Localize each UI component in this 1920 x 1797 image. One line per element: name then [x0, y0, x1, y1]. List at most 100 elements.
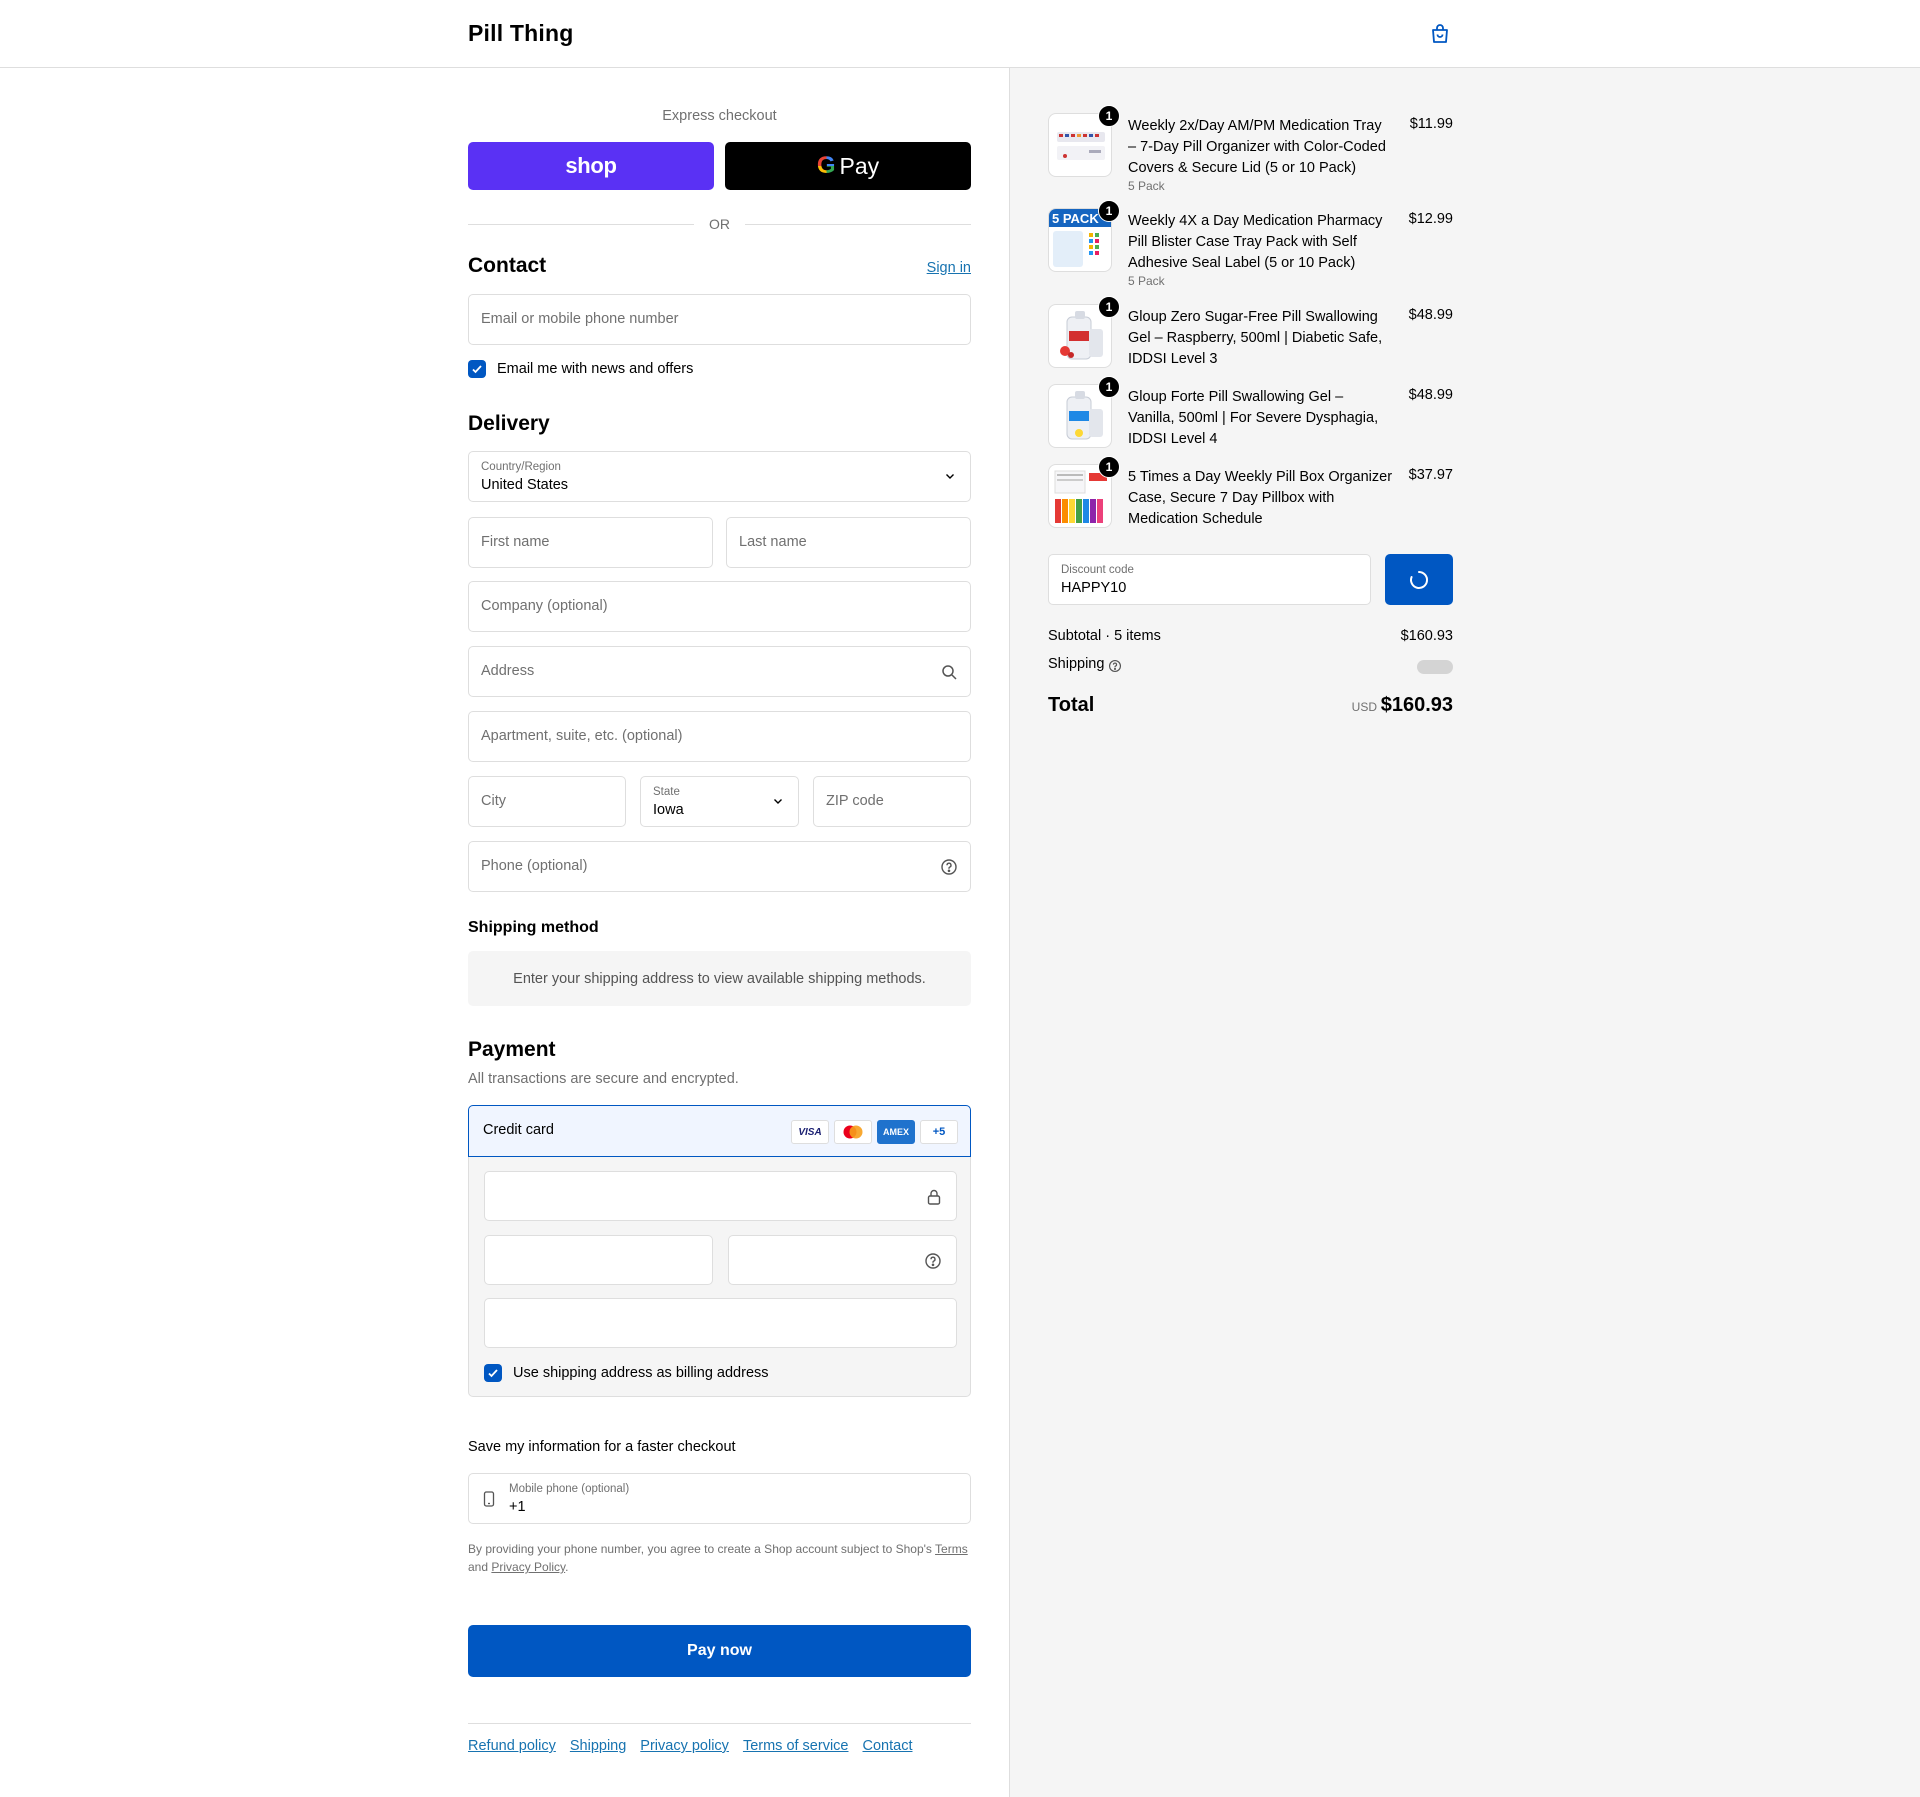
- terms-link[interactable]: Terms: [935, 1542, 968, 1556]
- name-on-card-field[interactable]: [484, 1298, 957, 1348]
- shipping-row: Shipping: [1048, 656, 1453, 674]
- zip-field[interactable]: ZIP code: [813, 776, 971, 827]
- item-price: $12.99: [1408, 211, 1453, 227]
- legal-prefix: By providing your phone number, you agre…: [468, 1542, 932, 1556]
- check-icon: [488, 1369, 498, 1378]
- subtotal-row: Subtotal · 5 items $160.93: [1048, 628, 1453, 644]
- discount-value: HAPPY10: [1061, 580, 1127, 596]
- shipping-method-note: Enter your shipping address to view avai…: [468, 951, 971, 1006]
- terms-of-service-link[interactable]: Terms of service: [743, 1738, 849, 1754]
- delivery-title: Delivery: [468, 412, 550, 435]
- lock-icon: [927, 1189, 941, 1205]
- company-field[interactable]: Company (optional): [468, 581, 971, 632]
- discount-label: Discount code: [1061, 564, 1134, 576]
- google-g-icon: G: [816, 152, 836, 179]
- email-field[interactable]: Email or mobile phone number: [468, 294, 971, 345]
- apply-discount-button[interactable]: [1385, 554, 1453, 605]
- mobile-phone-value: +1: [509, 1499, 526, 1515]
- help-icon[interactable]: [1108, 659, 1122, 673]
- country-value: United States: [481, 477, 569, 493]
- quantity-badge: 1: [1098, 200, 1120, 222]
- chevron-down-icon: [774, 799, 782, 804]
- shipping-label: Shipping: [1048, 656, 1105, 672]
- mobile-phone-icon: [483, 1491, 495, 1507]
- shipping-link[interactable]: Shipping: [570, 1738, 626, 1754]
- chevron-down-icon: [946, 474, 954, 479]
- card-number-field[interactable]: [484, 1171, 957, 1221]
- item-price: $37.97: [1408, 467, 1453, 483]
- credit-card-option[interactable]: Credit card VISA AMEX +5: [468, 1105, 971, 1157]
- amex-icon: AMEX: [877, 1120, 915, 1144]
- quantity-badge: 1: [1098, 105, 1120, 127]
- city-placeholder: City: [481, 793, 506, 809]
- address-field[interactable]: Address: [468, 646, 971, 697]
- google-pay-label: Pay: [839, 152, 880, 179]
- state-label: State: [653, 786, 680, 798]
- legal-suffix: .: [565, 1560, 569, 1574]
- discount-code-field[interactable]: Discount code HAPPY10: [1048, 554, 1371, 605]
- security-code-field[interactable]: [728, 1235, 957, 1285]
- first-name-field[interactable]: First name: [468, 517, 713, 568]
- shop-pay-button[interactable]: shop: [468, 142, 714, 190]
- footer-divider: [468, 1723, 971, 1724]
- legal-and: and: [468, 1560, 489, 1574]
- zip-placeholder: ZIP code: [826, 793, 884, 809]
- credit-card-label: Credit card: [483, 1122, 554, 1138]
- shipping-method-title: Shipping method: [468, 919, 599, 936]
- or-divider: OR: [468, 216, 971, 232]
- city-field[interactable]: City: [468, 776, 626, 827]
- mastercard-icon: [834, 1120, 872, 1144]
- billing-address-checkbox[interactable]: [484, 1364, 502, 1382]
- apartment-field[interactable]: Apartment, suite, etc. (optional): [468, 711, 971, 762]
- subtotal-value: $160.93: [1400, 628, 1453, 644]
- more-cards-badge: +5: [920, 1120, 958, 1144]
- refund-policy-link[interactable]: Refund policy: [468, 1738, 556, 1754]
- last-name-field[interactable]: Last name: [726, 517, 971, 568]
- express-checkout-title: Express checkout: [662, 108, 777, 124]
- address-placeholder: Address: [481, 663, 535, 679]
- country-select[interactable]: Country/Region United States: [468, 451, 971, 502]
- newsletter-label: Email me with news and offers: [497, 361, 694, 377]
- contact-link[interactable]: Contact: [863, 1738, 913, 1754]
- help-icon[interactable]: [924, 1252, 942, 1270]
- item-title: Gloup Forte Pill Swallowing Gel – Vanill…: [1128, 389, 1379, 447]
- privacy-policy-link[interactable]: Privacy policy: [640, 1738, 729, 1754]
- phone-placeholder: Phone (optional): [481, 858, 588, 874]
- loading-spinner-icon: [1410, 570, 1428, 589]
- state-value: Iowa: [653, 802, 684, 818]
- mobile-phone-field[interactable]: Mobile phone (optional) +1: [468, 1473, 971, 1524]
- or-label: OR: [709, 216, 730, 232]
- email-placeholder: Email or mobile phone number: [481, 311, 679, 327]
- item-title: Weekly 4X a Day Medication Pharmacy Pill…: [1128, 213, 1383, 271]
- shipping-loading-placeholder: [1417, 660, 1453, 674]
- contact-title: Contact: [468, 254, 547, 277]
- privacy-link[interactable]: Privacy Policy: [491, 1560, 565, 1574]
- total-value: $160.93: [1380, 694, 1453, 716]
- help-icon[interactable]: [940, 858, 958, 876]
- item-price: $48.99: [1408, 387, 1453, 403]
- currency-code: USD: [1351, 700, 1377, 714]
- payment-title: Payment: [468, 1038, 556, 1061]
- credit-card-form: Use shipping address as billing address: [468, 1157, 971, 1397]
- sign-in-link[interactable]: Sign in: [927, 260, 971, 276]
- subtotal-label: Subtotal · 5 items: [1048, 628, 1161, 644]
- company-placeholder: Company (optional): [481, 598, 608, 614]
- apartment-placeholder: Apartment, suite, etc. (optional): [481, 728, 683, 744]
- item-variant: 5 Pack: [1128, 179, 1165, 193]
- first-name-placeholder: First name: [481, 534, 550, 550]
- newsletter-checkbox[interactable]: [468, 360, 486, 378]
- store-brand[interactable]: Pill Thing: [468, 20, 574, 47]
- shopping-bag-icon[interactable]: [1428, 22, 1452, 46]
- expiration-field[interactable]: [484, 1235, 713, 1285]
- total-label: Total: [1048, 694, 1095, 716]
- quantity-badge: 1: [1098, 376, 1120, 398]
- state-select[interactable]: State Iowa: [640, 776, 799, 827]
- pay-now-button[interactable]: Pay now: [468, 1625, 971, 1677]
- search-icon: [942, 665, 957, 680]
- item-variant: 5 Pack: [1128, 274, 1165, 288]
- country-label: Country/Region: [481, 461, 561, 473]
- item-title: Gloup Zero Sugar-Free Pill Swallowing Ge…: [1128, 309, 1383, 367]
- phone-field[interactable]: Phone (optional): [468, 841, 971, 892]
- google-pay-button[interactable]: G Pay: [725, 142, 971, 190]
- item-price: $11.99: [1409, 116, 1453, 132]
